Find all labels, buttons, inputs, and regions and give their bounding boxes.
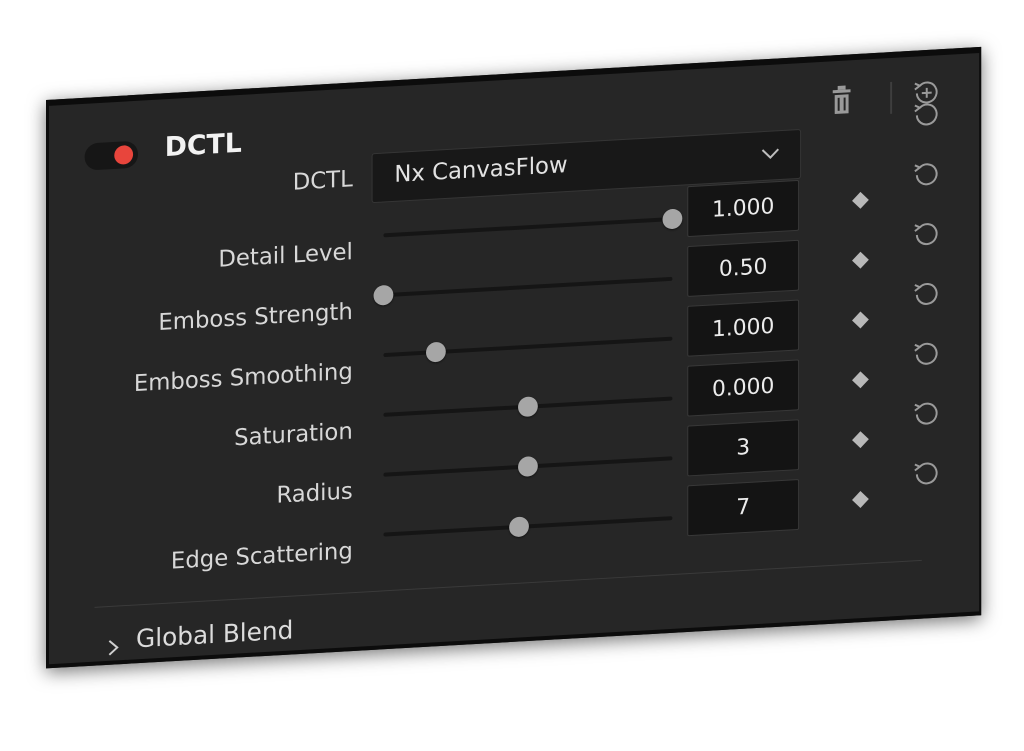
param-slider[interactable] [383,336,673,363]
chevron-right-icon[interactable] [106,638,120,657]
param-value-field[interactable]: 7 [687,479,800,537]
keyframe-diamond-icon[interactable] [852,251,869,269]
param-label: Edge Scattering [170,538,353,575]
param-label: Radius [276,478,353,509]
dctl-label: DCTL [292,166,353,196]
chevron-down-icon [761,148,780,159]
reset-icon[interactable] [911,99,941,131]
param-value-field[interactable]: 0.000 [687,359,800,417]
param-label: Emboss Smoothing [133,358,353,398]
reset-icon[interactable] [911,458,941,490]
param-label: Saturation [234,418,353,452]
slider-thumb[interactable] [518,396,538,418]
screen: DCTL DCTL Nx CanvasFlow Detail Level 1.00… [0,0,1024,751]
param-slider[interactable] [383,208,683,238]
param-slider[interactable] [383,396,673,418]
reset-icon[interactable] [911,338,941,370]
param-value-field[interactable]: 1.000 [687,179,800,238]
slider-thumb[interactable] [662,208,683,230]
param-label: Detail Level [218,239,353,273]
trash-icon[interactable] [831,84,853,115]
keyframe-diamond-icon[interactable] [852,371,869,389]
section-global-blend[interactable]: Global Blend [136,615,293,653]
reset-icon[interactable] [911,219,941,251]
slider-thumb[interactable] [373,284,394,306]
param-value-field[interactable]: 0.50 [687,239,800,297]
reset-icon[interactable] [911,398,941,430]
keyframe-diamond-icon[interactable] [852,491,869,508]
param-value-field[interactable]: 1.000 [687,299,800,357]
node-title: DCTL [164,127,242,164]
param-slider[interactable] [383,455,673,478]
reset-icon[interactable] [911,279,941,311]
slider-thumb[interactable] [518,455,538,478]
slider-thumb[interactable] [509,516,530,538]
dctl-node-panel: DCTL DCTL Nx CanvasFlow Detail Level 1.00… [46,46,982,669]
node-enable-toggle[interactable] [84,140,139,171]
toggle-indicator [114,144,134,165]
param-value-field[interactable]: 3 [687,419,800,477]
slider-thumb[interactable] [425,341,446,363]
param-slider[interactable] [383,516,673,538]
keyframe-diamond-icon[interactable] [852,311,869,329]
keyframe-diamond-icon[interactable] [852,431,869,449]
param-label: Emboss Strength [158,298,353,336]
reset-icon[interactable] [911,159,941,191]
header-separator [890,81,893,114]
dctl-dropdown-value: Nx CanvasFlow [394,152,568,188]
param-slider[interactable] [373,276,673,306]
keyframe-diamond-icon[interactable] [852,191,869,209]
